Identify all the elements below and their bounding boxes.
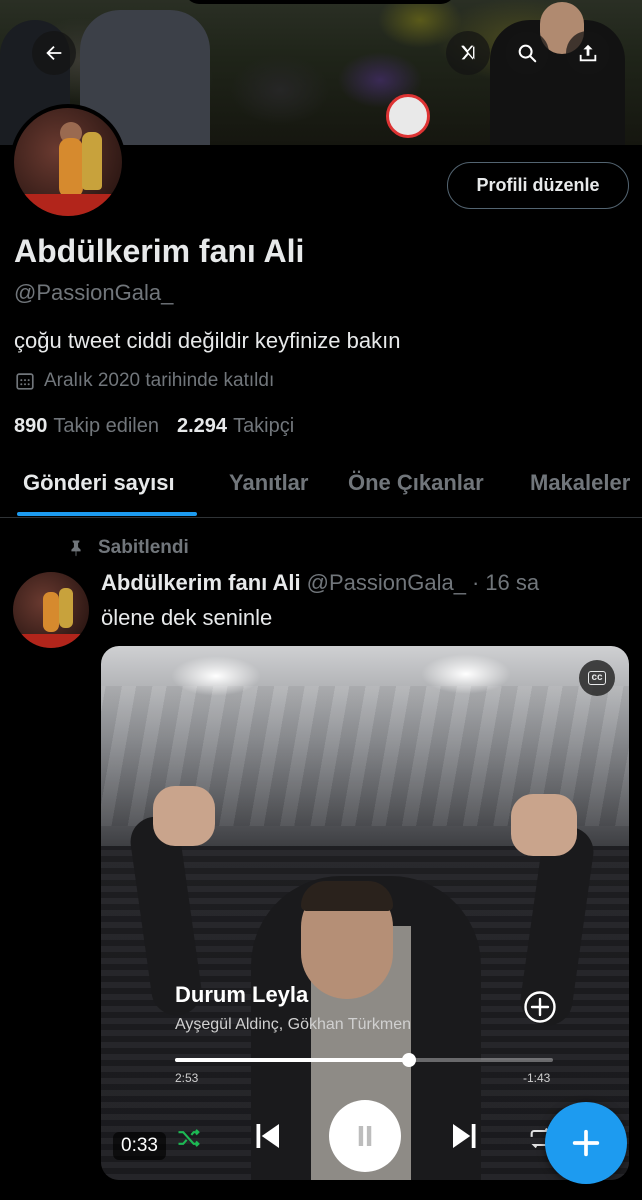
previous-track-button[interactable] (247, 1116, 287, 1156)
pause-icon (358, 1126, 372, 1146)
add-circle-icon[interactable] (523, 990, 557, 1024)
skip-previous-icon (256, 1124, 279, 1148)
tweet-avatar[interactable] (13, 572, 89, 648)
active-tab-indicator (17, 512, 197, 516)
tweet-time[interactable]: 16 sa (485, 570, 539, 596)
shuffle-button[interactable] (173, 1122, 205, 1154)
avatar-trophy (82, 132, 102, 190)
tweet-separator: · (471, 570, 480, 595)
avatar-figure (59, 138, 83, 198)
profile-tabs: Gönderi sayısı Yanıtlar Öne Çıkanlar Mak… (0, 452, 642, 518)
tab-posts[interactable]: Gönderi sayısı (23, 470, 175, 496)
compose-button[interactable] (545, 1102, 627, 1184)
avatar-figure (43, 592, 59, 632)
edit-profile-button[interactable]: Profili düzenle (447, 162, 629, 209)
stadium-light (421, 654, 511, 694)
avatar-floor (14, 194, 122, 216)
song-title: Durum Leyla (175, 982, 309, 1007)
profile-handle: @PassionGala_ (14, 280, 174, 305)
song-progress-bar[interactable] (175, 1053, 553, 1067)
song-progress-fill (175, 1058, 410, 1062)
skip-next-icon (453, 1124, 476, 1148)
tweet-author-name[interactable]: Abdülkerim fanı Ali (101, 570, 301, 596)
share-upload-icon (579, 44, 597, 62)
video-person-fist (153, 786, 215, 846)
following-count: 890 (14, 415, 48, 437)
time-elapsed: 2:53 (175, 1071, 199, 1085)
profile-display-name: Abdülkerim fanı Ali (14, 233, 305, 269)
avatar-trophy (59, 588, 73, 628)
grok-button[interactable] (446, 31, 490, 75)
profile-bio: çoğu tweet ciddi değildir keyfinize bakı… (14, 328, 401, 353)
back-button[interactable] (32, 31, 76, 75)
search-icon (518, 44, 537, 63)
cc-icon: cc (588, 671, 606, 685)
shuffle-icon (178, 1129, 200, 1147)
profile-avatar[interactable] (10, 104, 126, 220)
followers-label: Takipçi (233, 415, 295, 437)
following-label: Takip edilen (53, 415, 159, 437)
captions-button[interactable]: cc (579, 660, 615, 696)
tweet-author-handle[interactable]: @PassionGala_ (307, 570, 466, 596)
next-track-button[interactable] (445, 1116, 485, 1156)
time-remaining: -1:43 (523, 1071, 551, 1085)
tab-highlights[interactable]: Öne Çıkanlar (348, 470, 484, 496)
video-timer: 0:33 (113, 1132, 166, 1160)
following-link[interactable]: 890 Takip edilen (14, 415, 159, 438)
followers-link[interactable]: 2.294 Takipçi (177, 415, 294, 438)
tweet-text: ölene dek seninle (101, 605, 273, 630)
pin-icon (71, 540, 81, 557)
pause-button[interactable] (329, 1100, 401, 1172)
pinned-indicator: Sabitlendi (66, 537, 189, 559)
follow-stats: 890 Takip edilen 2.294 Takipçi (14, 415, 304, 438)
video-person-hair (301, 881, 393, 911)
pinned-label: Sabitlendi (98, 537, 189, 558)
tweet-header: Abdülkerim fanı Ali @PassionGala_ · 16 s… (101, 570, 539, 596)
song-artist: Ayşegül Aldinç, Gökhan Türkmen (175, 1016, 411, 1033)
banner-ball (386, 94, 430, 138)
tab-replies[interactable]: Yanıtlar (229, 470, 308, 496)
joined-date-text: Aralık 2020 tarihinde katıldı (44, 370, 275, 391)
search-button[interactable] (505, 31, 549, 75)
tweet-video[interactable]: cc Durum Leyla Ayşegül Aldinç, Gökhan Tü… (101, 646, 629, 1180)
arrow-left-icon (46, 45, 62, 61)
calendar-icon (16, 373, 34, 390)
joined-date: Aralık 2020 tarihinde katıldı (14, 370, 274, 392)
device-notch (185, 0, 455, 4)
stadium-light (171, 656, 261, 696)
share-button[interactable] (566, 31, 610, 75)
plus-icon (572, 1129, 600, 1157)
grok-icon (461, 45, 475, 60)
tab-articles[interactable]: Makaleler (530, 470, 630, 496)
followers-count: 2.294 (177, 415, 228, 437)
avatar-floor (13, 634, 89, 648)
video-person-fist (511, 794, 577, 856)
